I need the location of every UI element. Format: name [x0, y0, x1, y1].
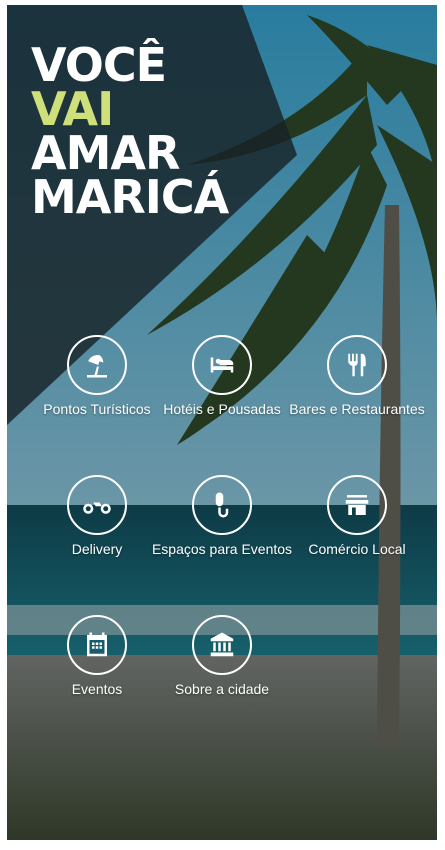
store-icon [327, 475, 387, 535]
motorcycle-icon [67, 475, 127, 535]
vai-amar-marica-logo: VOCÊ VAI AMAR MARICÁ [31, 38, 229, 224]
app-screen: VOCÊ VAI AMAR MARICÁ Pontos Turísticos H… [7, 5, 437, 840]
hotel-bed-icon [192, 335, 252, 395]
menu-item-label: Sobre a cidade [174, 681, 270, 697]
logo-line-3: AMAR [31, 126, 180, 180]
logo-line-2: VAI [31, 82, 114, 136]
calendar-icon [67, 615, 127, 675]
restaurant-icon [327, 335, 387, 395]
menu-item-hoteis-pousadas[interactable]: Hotéis e Pousadas [147, 335, 297, 417]
museum-icon [192, 615, 252, 675]
menu-item-espacos-eventos[interactable]: Espaços para Eventos [147, 475, 297, 557]
logo-line-1: VOCÊ [31, 38, 167, 92]
logo-line-4: MARICÁ [31, 170, 229, 224]
menu-item-label: Bares e Restaurantes [289, 401, 425, 417]
menu-item-label: Hotéis e Pousadas [163, 401, 281, 417]
menu-item-label: Espaços para Eventos [151, 541, 293, 557]
menu-item-sobre-cidade[interactable]: Sobre a cidade [147, 615, 297, 697]
menu-item-label: Comércio Local [308, 541, 406, 557]
menu-item-bares-restaurantes[interactable]: Bares e Restaurantes [282, 335, 432, 417]
beach-umbrella-icon [67, 335, 127, 395]
microphone-icon [192, 475, 252, 535]
menu-item-comercio-local[interactable]: Comércio Local [282, 475, 432, 557]
